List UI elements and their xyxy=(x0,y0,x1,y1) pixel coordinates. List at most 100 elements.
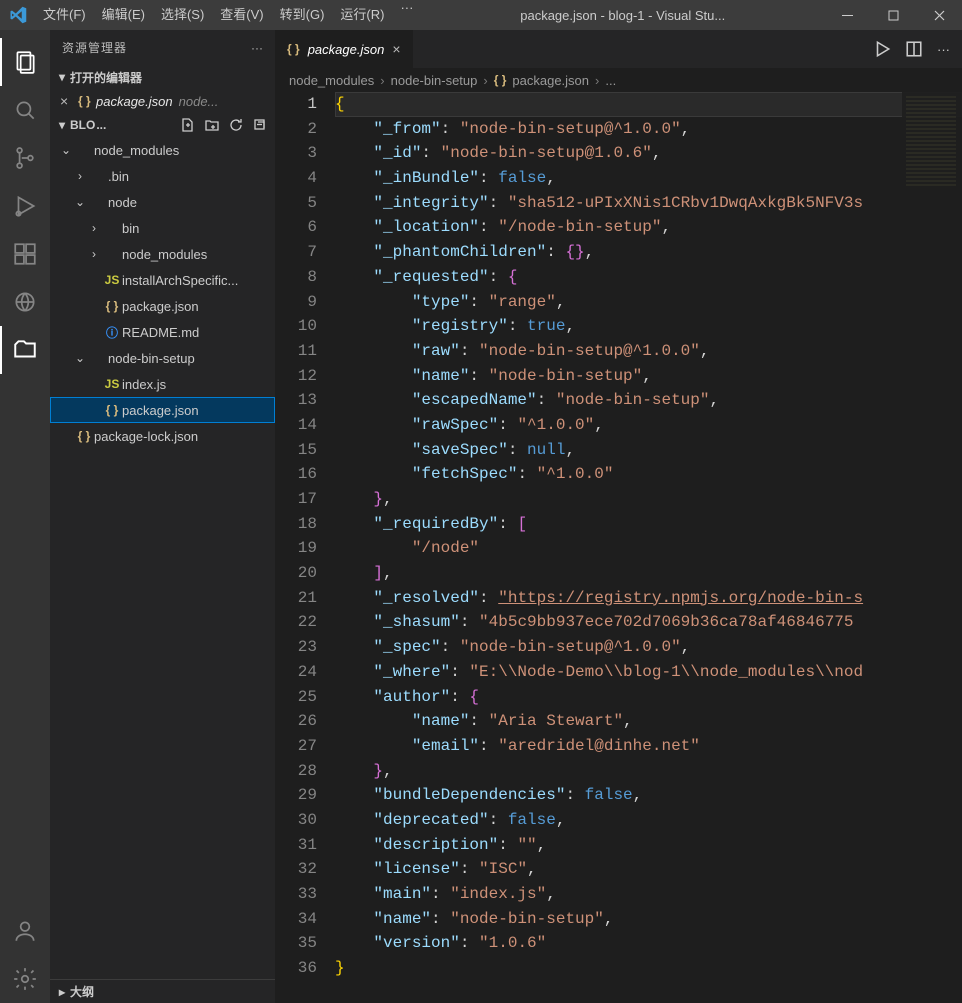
code-line[interactable]: "email": "aredridel@dinhe.net" xyxy=(335,734,962,759)
code-line[interactable]: "name": "node-bin-setup", xyxy=(335,364,962,389)
code-line[interactable]: "escapedName": "node-bin-setup", xyxy=(335,388,962,413)
tree-item-label: node_modules xyxy=(94,143,179,158)
code-line[interactable]: { xyxy=(335,92,962,117)
menu-go[interactable]: 转到(G) xyxy=(272,0,333,30)
tree-folder[interactable]: ›node_modules xyxy=(50,241,275,267)
code-line[interactable]: "_requested": { xyxy=(335,265,962,290)
menu-run[interactable]: 运行(R) xyxy=(332,0,392,30)
chevron-right-icon[interactable]: › xyxy=(86,221,102,235)
tree-folder[interactable]: ⌄node-bin-setup xyxy=(50,345,275,371)
breadcrumbs[interactable]: node_modules › node-bin-setup › { } pack… xyxy=(275,68,962,92)
code-line[interactable]: "author": { xyxy=(335,685,962,710)
workspace-folder-header[interactable]: ▾ BLO ... xyxy=(50,113,275,137)
tree-file[interactable]: { }package.json xyxy=(50,293,275,319)
tab-close-icon[interactable]: × xyxy=(392,41,400,57)
more-actions-icon[interactable]: ··· xyxy=(937,42,950,57)
chevron-down-icon[interactable]: ⌄ xyxy=(72,195,88,209)
code-line[interactable]: "name": "node-bin-setup", xyxy=(335,907,962,932)
code-line[interactable]: "saveSpec": null, xyxy=(335,438,962,463)
code-line[interactable]: "rawSpec": "^1.0.0", xyxy=(335,413,962,438)
code-line[interactable]: "_shasum": "4b5c9bb937ece702d7069b36ca78… xyxy=(335,610,962,635)
sidebar-more-icon[interactable]: ··· xyxy=(251,41,263,55)
code-line[interactable]: "_location": "/node-bin-setup", xyxy=(335,215,962,240)
chevron-right-icon[interactable]: › xyxy=(72,169,88,183)
editor-tab-active[interactable]: { } package.json × xyxy=(275,30,414,68)
code-editor[interactable]: 1234567891011121314151617181920212223242… xyxy=(275,92,962,1003)
code-line[interactable]: "_where": "E:\\Node-Demo\\blog-1\\node_m… xyxy=(335,660,962,685)
code-line[interactable]: "bundleDependencies": false, xyxy=(335,783,962,808)
open-editor-item[interactable]: × { } package.json node... xyxy=(50,89,275,113)
line-number: 15 xyxy=(275,438,317,463)
tree-file[interactable]: JSindex.js xyxy=(50,371,275,397)
settings-gear-activity-icon[interactable] xyxy=(0,955,50,1003)
tree-file[interactable]: JSinstallArchSpecific... xyxy=(50,267,275,293)
code-line[interactable]: "main": "index.js", xyxy=(335,882,962,907)
code-content[interactable]: { "_from": "node-bin-setup@^1.0.0", "_id… xyxy=(335,92,962,1003)
code-line[interactable]: "_integrity": "sha512-uPIxXNis1CRbv1DwqA… xyxy=(335,191,962,216)
menu-selection[interactable]: 选择(S) xyxy=(153,0,212,30)
open-editor-dir: node... xyxy=(179,94,219,109)
files-activity-icon[interactable] xyxy=(0,326,50,374)
split-editor-icon[interactable] xyxy=(905,40,923,58)
code-line[interactable]: "version": "1.0.6" xyxy=(335,931,962,956)
code-line[interactable]: "_from": "node-bin-setup@^1.0.0", xyxy=(335,117,962,142)
new-file-icon[interactable] xyxy=(179,116,197,134)
code-line[interactable]: }, xyxy=(335,759,962,784)
menu-overflow[interactable]: ··· xyxy=(392,0,421,30)
code-line[interactable]: "_inBundle": false, xyxy=(335,166,962,191)
breadcrumb-trailing[interactable]: ... xyxy=(605,73,616,88)
code-line[interactable]: "_requiredBy": [ xyxy=(335,512,962,537)
tree-folder[interactable]: ⌄node xyxy=(50,189,275,215)
code-line[interactable]: "fetchSpec": "^1.0.0" xyxy=(335,462,962,487)
source-control-activity-icon[interactable] xyxy=(0,134,50,182)
accounts-activity-icon[interactable] xyxy=(0,907,50,955)
breadcrumb-part[interactable]: package.json xyxy=(512,73,589,88)
close-icon[interactable]: × xyxy=(60,93,78,109)
tree-file[interactable]: ⓘREADME.md xyxy=(50,319,275,345)
code-line[interactable]: "_resolved": "https://registry.npmjs.org… xyxy=(335,586,962,611)
code-line[interactable]: "_phantomChildren": {}, xyxy=(335,240,962,265)
new-folder-icon[interactable] xyxy=(203,116,221,134)
code-line[interactable]: }, xyxy=(335,487,962,512)
code-line[interactable]: "type": "range", xyxy=(335,290,962,315)
menu-view[interactable]: 查看(V) xyxy=(212,0,271,30)
code-line[interactable]: "registry": true, xyxy=(335,314,962,339)
chevron-down-icon[interactable]: ⌄ xyxy=(72,351,88,365)
menu-file[interactable]: 文件(F) xyxy=(35,0,94,30)
run-icon[interactable] xyxy=(873,40,891,58)
breadcrumb-part[interactable]: node_modules xyxy=(289,73,374,88)
menu-edit[interactable]: 编辑(E) xyxy=(94,0,153,30)
collapse-all-icon[interactable] xyxy=(251,116,269,134)
chevron-right-icon[interactable]: › xyxy=(86,247,102,261)
chevron-down-icon[interactable]: ⌄ xyxy=(58,143,74,157)
tree-file[interactable]: { }package-lock.json xyxy=(50,423,275,449)
search-activity-icon[interactable] xyxy=(0,86,50,134)
window-close-button[interactable] xyxy=(916,0,962,30)
code-line[interactable]: "_spec": "node-bin-setup@^1.0.0", xyxy=(335,635,962,660)
code-line[interactable]: "_id": "node-bin-setup@1.0.6", xyxy=(335,141,962,166)
refresh-icon[interactable] xyxy=(227,116,245,134)
code-line[interactable]: ], xyxy=(335,561,962,586)
tree-folder[interactable]: ›bin xyxy=(50,215,275,241)
outline-section[interactable]: ▸ 大纲 xyxy=(50,979,275,1003)
tree-folder[interactable]: ›.bin xyxy=(50,163,275,189)
code-line[interactable]: "description": "", xyxy=(335,833,962,858)
code-line[interactable]: "name": "Aria Stewart", xyxy=(335,709,962,734)
window-maximize-button[interactable] xyxy=(870,0,916,30)
code-line[interactable]: "/node" xyxy=(335,536,962,561)
line-number: 30 xyxy=(275,808,317,833)
open-editors-section[interactable]: ▾ 打开的编辑器 xyxy=(50,65,275,89)
extensions-activity-icon[interactable] xyxy=(0,230,50,278)
tree-folder[interactable]: ⌄ node_modules xyxy=(50,137,275,163)
tree-file[interactable]: { }package.json xyxy=(50,397,275,423)
code-line[interactable]: "raw": "node-bin-setup@^1.0.0", xyxy=(335,339,962,364)
run-debug-activity-icon[interactable] xyxy=(0,182,50,230)
breadcrumb-part[interactable]: node-bin-setup xyxy=(391,73,478,88)
remote-activity-icon[interactable] xyxy=(0,278,50,326)
file-tree: ⌄ node_modules ›.bin⌄node›bin›node_modules… xyxy=(50,137,275,449)
window-minimize-button[interactable] xyxy=(824,0,870,30)
code-line[interactable]: "deprecated": false, xyxy=(335,808,962,833)
code-line[interactable]: } xyxy=(335,956,962,981)
explorer-activity-icon[interactable] xyxy=(0,38,50,86)
code-line[interactable]: "license": "ISC", xyxy=(335,857,962,882)
